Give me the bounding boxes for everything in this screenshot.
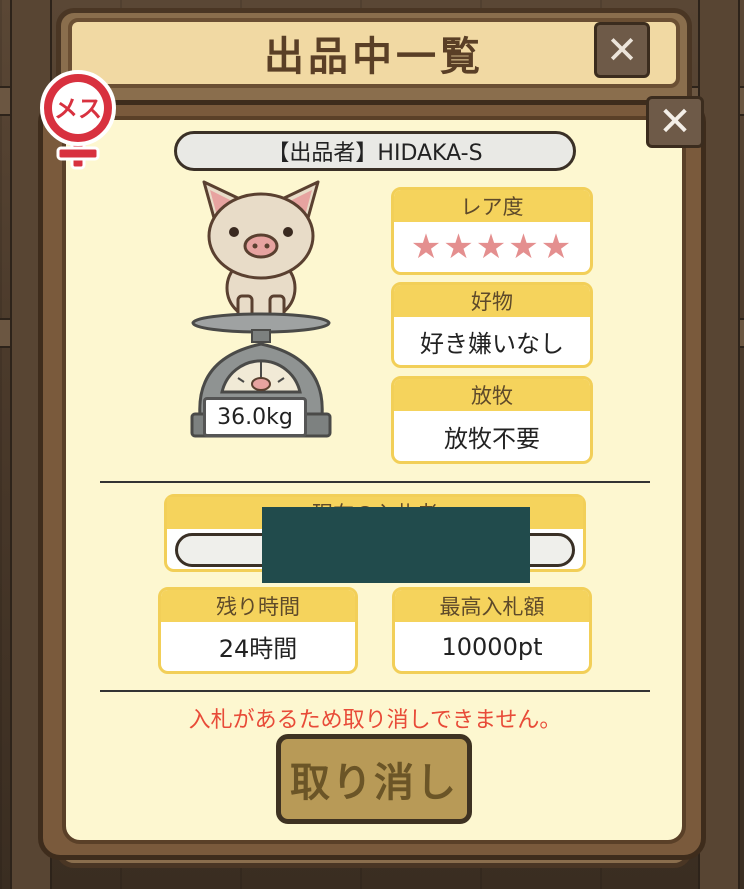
seller-label: 【出品者】HIDAKA-S [174, 131, 576, 171]
rarity-label: レア度 [394, 190, 590, 222]
grazing-value: 放牧不要 [444, 424, 540, 453]
title-bar: 出品中一覧 [68, 18, 680, 88]
weight-display: 36.0kg [203, 397, 307, 437]
remaining-time-value: 24時間 [218, 635, 298, 663]
favorite-value: 好き嫌いなし [420, 329, 564, 358]
remaining-time-card: 残り時間 24時間 [158, 587, 358, 674]
highest-bid-card: 最高入札額 10000pt [392, 587, 592, 674]
highest-bid-label: 最高入札額 [395, 590, 589, 622]
close-icon: ✕ [658, 99, 692, 145]
favorite-label: 好物 [394, 285, 590, 317]
divider [100, 690, 650, 692]
cancel-warning-text: 入札があるため取り消しできません。 [188, 708, 562, 733]
cancel-listing-button[interactable]: 取り消し [276, 734, 472, 824]
rarity-card: レア度 ★★★★★ [391, 187, 593, 275]
close-list-button[interactable]: ✕ [594, 22, 650, 78]
close-detail-button[interactable]: ✕ [646, 96, 704, 148]
redaction-block [262, 507, 530, 583]
favorite-card: 好物 好き嫌いなし [391, 282, 593, 368]
divider [100, 481, 650, 483]
gender-label: メス [54, 95, 102, 123]
rarity-stars: ★★★★★ [410, 227, 574, 267]
highest-bid-value: 10000pt [441, 632, 543, 661]
grazing-label: 放牧 [394, 379, 590, 411]
window-title: 出品中一覧 [264, 34, 484, 80]
female-icon: メス [40, 70, 116, 170]
remaining-time-label: 残り時間 [161, 590, 355, 622]
grazing-card: 放牧 放牧不要 [391, 376, 593, 464]
close-icon: ✕ [606, 28, 638, 72]
